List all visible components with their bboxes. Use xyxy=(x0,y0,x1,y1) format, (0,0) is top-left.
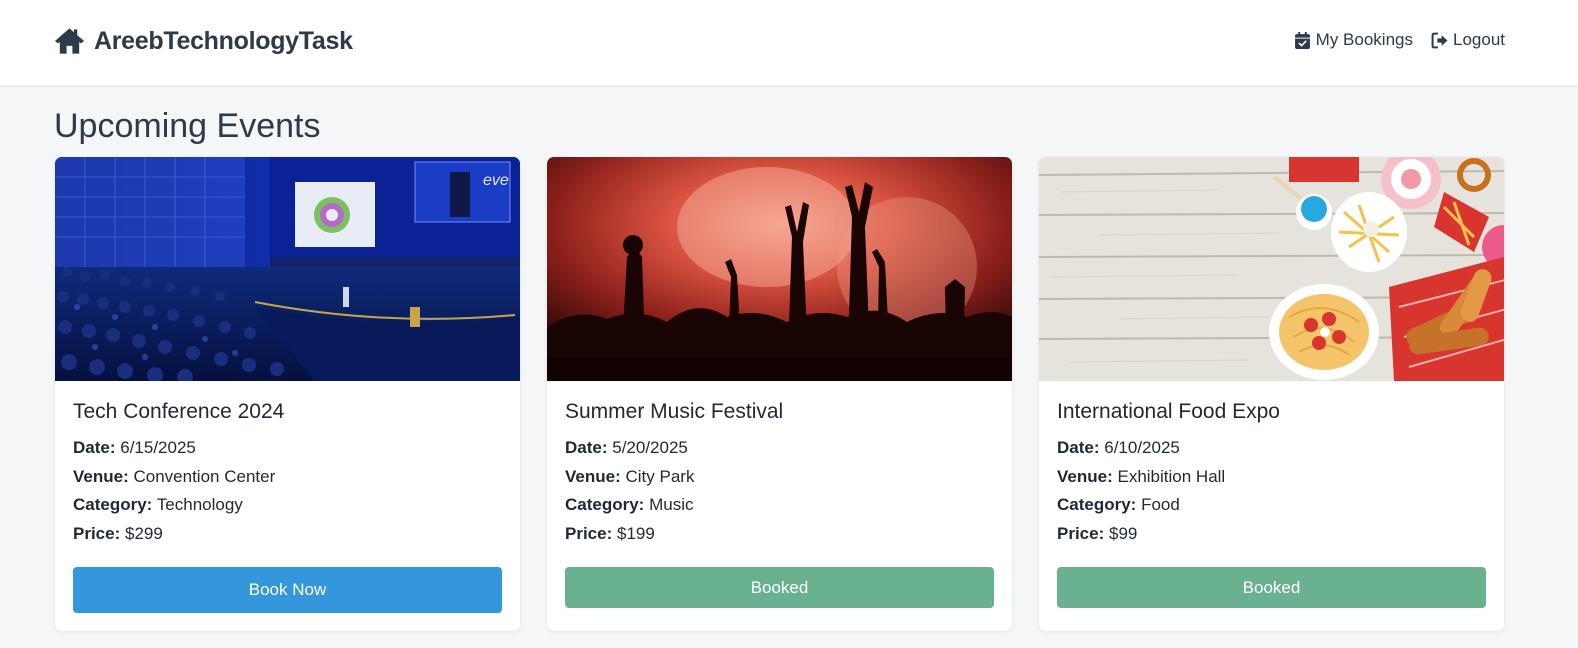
category-value: Music xyxy=(649,495,694,515)
category-value: Food xyxy=(1141,495,1180,515)
price-label: Price: xyxy=(73,524,121,544)
category-value: Technology xyxy=(156,495,243,515)
sign-out-icon xyxy=(1431,32,1448,49)
event-card: eve IDC The main IT AND DIGITAL xyxy=(55,157,520,631)
category-label: Category: xyxy=(565,495,645,515)
price-value: $199 xyxy=(616,524,655,544)
event-category: Category: Music xyxy=(565,491,994,520)
event-card: International Food Expo Date: 6/10/2025 … xyxy=(1039,157,1504,631)
brand-name: AreebTechnologyTask xyxy=(94,27,353,55)
date-value: 6/15/2025 xyxy=(120,438,196,457)
event-image xyxy=(1039,157,1504,381)
logout-label: Logout xyxy=(1453,30,1505,49)
venue-value: City Park xyxy=(625,466,695,486)
event-price: Price: $199 xyxy=(565,520,994,549)
booked-button[interactable]: Booked xyxy=(565,567,994,608)
price-label: Price: xyxy=(1057,524,1105,544)
venue-label: Venue: xyxy=(73,466,129,486)
nav-links: My Bookings Logout xyxy=(1294,29,1505,51)
date-label: Date: xyxy=(1057,438,1100,457)
event-category: Category: Technology xyxy=(73,491,502,520)
brand-link[interactable]: AreebTechnologyTask xyxy=(54,26,353,56)
date-label: Date: xyxy=(73,438,116,457)
event-card: Summer Music Festival Date: 5/20/2025 Ve… xyxy=(547,157,1012,631)
my-bookings-link[interactable]: My Bookings xyxy=(1294,29,1413,51)
event-card-body: Summer Music Festival Date: 5/20/2025 Ve… xyxy=(547,381,1012,549)
event-title: Summer Music Festival xyxy=(565,400,784,423)
event-date: Date: 6/15/2025 xyxy=(73,434,502,463)
my-bookings-label: My Bookings xyxy=(1315,30,1413,49)
price-value: $299 xyxy=(124,524,163,544)
date-label: Date: xyxy=(565,438,608,457)
event-image: eve IDC The main IT AND DIGITAL xyxy=(55,157,520,381)
venue-label: Venue: xyxy=(1057,466,1113,486)
price-label: Price: xyxy=(565,524,613,544)
svg-text:eve: eve xyxy=(483,172,509,189)
event-image xyxy=(547,157,1012,381)
calendar-check-icon xyxy=(1294,31,1311,49)
home-icon xyxy=(54,27,85,55)
event-date: Date: 6/10/2025 xyxy=(1057,434,1486,463)
event-venue: Venue: Convention Center xyxy=(73,463,502,492)
date-value: 6/10/2025 xyxy=(1104,438,1180,457)
navbar: AreebTechnologyTask My Bookings Logout xyxy=(0,0,1578,85)
date-value: 5/20/2025 xyxy=(612,438,688,457)
category-label: Category: xyxy=(73,495,153,515)
booked-button[interactable]: Booked xyxy=(1057,567,1486,608)
event-date: Date: 5/20/2025 xyxy=(565,434,994,463)
event-title: Tech Conference 2024 xyxy=(73,400,285,423)
event-venue: Venue: City Park xyxy=(565,463,994,492)
book-now-button[interactable]: Book Now xyxy=(73,567,502,613)
event-card-body: Tech Conference 2024 Date: 6/15/2025 Ven… xyxy=(55,381,520,549)
event-price: Price: $299 xyxy=(73,520,502,549)
venue-value: Convention Center xyxy=(133,466,276,486)
page-title: Upcoming Events xyxy=(54,107,321,145)
event-title: International Food Expo xyxy=(1057,400,1280,423)
event-card-body: International Food Expo Date: 6/10/2025 … xyxy=(1039,381,1504,549)
event-price: Price: $99 xyxy=(1057,520,1486,549)
price-value: $99 xyxy=(1108,524,1138,544)
category-label: Category: xyxy=(1057,495,1137,515)
venue-label: Venue: xyxy=(565,466,621,486)
event-venue: Venue: Exhibition Hall xyxy=(1057,463,1486,492)
event-category: Category: Food xyxy=(1057,491,1486,520)
venue-value: Exhibition Hall xyxy=(1117,466,1226,486)
logout-link[interactable]: Logout xyxy=(1431,29,1505,51)
